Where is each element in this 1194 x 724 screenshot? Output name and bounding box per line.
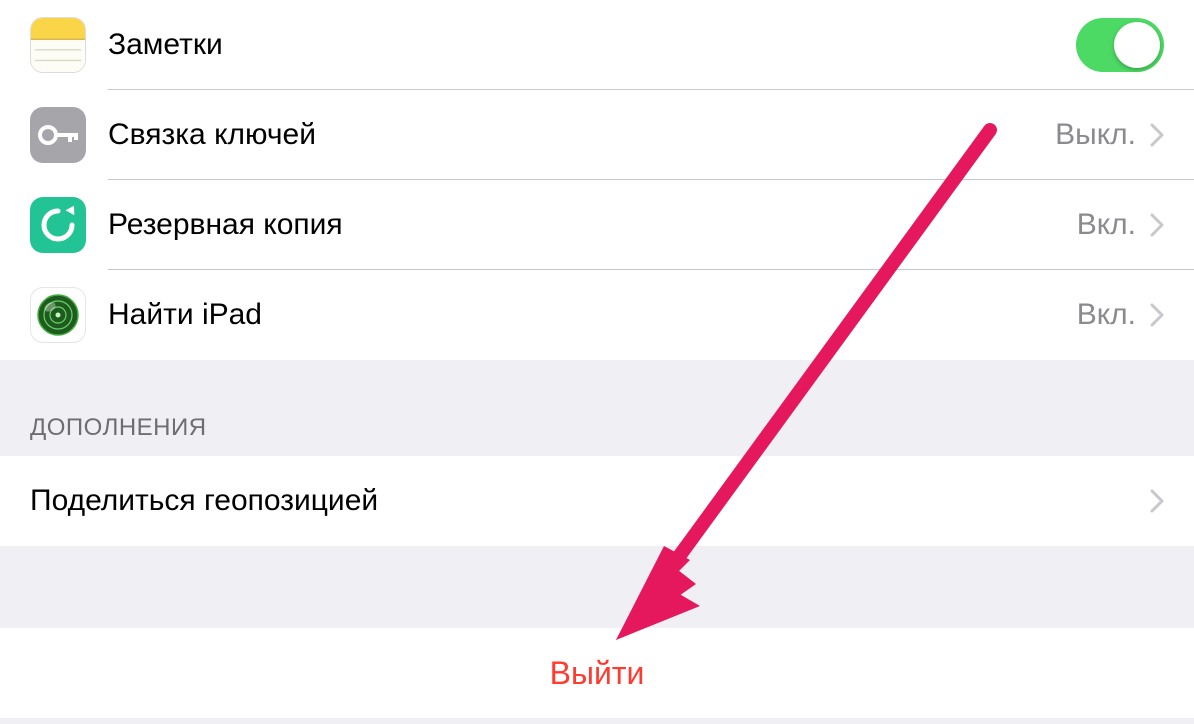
row-share-location[interactable]: Поделиться геопозицией bbox=[0, 456, 1194, 546]
keychain-icon bbox=[30, 107, 86, 163]
section-header-extensions: ДОПОЛНЕНИЯ bbox=[0, 360, 1194, 456]
spacer bbox=[0, 546, 1194, 628]
row-keychain-value: Выкл. bbox=[1055, 118, 1136, 152]
signout-button[interactable]: Выйти bbox=[0, 628, 1194, 718]
row-find-label: Найти iPad bbox=[108, 298, 262, 332]
find-ipad-icon bbox=[30, 287, 86, 343]
chevron-right-icon bbox=[1150, 213, 1164, 237]
chevron-right-icon bbox=[1150, 123, 1164, 147]
icloud-settings-group: Заметки Связка ключей Выкл. bbox=[0, 0, 1194, 360]
notes-icon bbox=[30, 17, 86, 73]
row-keychain-label: Связка ключей bbox=[108, 118, 316, 152]
backup-icon bbox=[30, 197, 86, 253]
row-notes: Заметки bbox=[0, 0, 1194, 90]
row-backup-value: Вкл. bbox=[1077, 208, 1136, 242]
row-find-ipad[interactable]: Найти iPad Вкл. bbox=[0, 270, 1194, 360]
notes-toggle[interactable] bbox=[1076, 18, 1164, 72]
row-backup-label: Резервная копия bbox=[108, 208, 343, 242]
row-keychain[interactable]: Связка ключей Выкл. bbox=[0, 90, 1194, 180]
row-share-location-label: Поделиться геопозицией bbox=[30, 484, 378, 518]
signout-label: Выйти bbox=[30, 655, 1164, 692]
signout-group: Выйти bbox=[0, 628, 1194, 718]
row-backup[interactable]: Резервная копия Вкл. bbox=[0, 180, 1194, 270]
row-notes-label: Заметки bbox=[108, 28, 223, 62]
chevron-right-icon bbox=[1150, 303, 1164, 327]
chevron-right-icon bbox=[1150, 489, 1164, 513]
switch-knob bbox=[1114, 22, 1160, 68]
row-find-value: Вкл. bbox=[1077, 298, 1136, 332]
extensions-group: Поделиться геопозицией bbox=[0, 456, 1194, 546]
